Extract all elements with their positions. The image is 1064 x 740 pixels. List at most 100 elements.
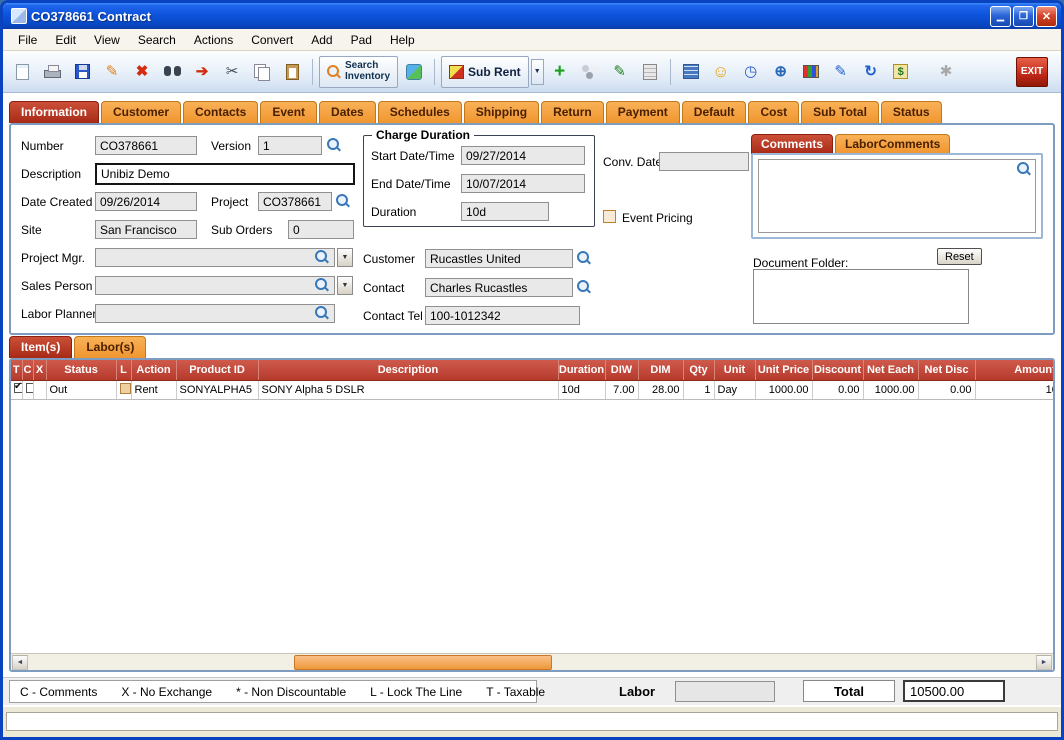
- scroll-right-button[interactable]: ►: [1036, 655, 1052, 670]
- tab-status[interactable]: Status: [881, 101, 942, 123]
- status-cell[interactable]: Out: [46, 380, 116, 399]
- action-cell[interactable]: Rent: [131, 380, 176, 399]
- sales-person-field[interactable]: [95, 276, 335, 295]
- close-button[interactable]: [1036, 6, 1057, 27]
- print-button[interactable]: [38, 57, 66, 87]
- col-discount[interactable]: Discount: [812, 360, 863, 380]
- tab-contacts[interactable]: Contacts: [183, 101, 258, 123]
- customer-button[interactable]: ☺: [707, 57, 735, 87]
- scrollbar-thumb[interactable]: [294, 655, 552, 670]
- project-mgr-field[interactable]: [95, 248, 335, 267]
- new-document-button[interactable]: [8, 57, 36, 87]
- col-action[interactable]: Action: [131, 360, 176, 380]
- comments-search-icon[interactable]: [1017, 162, 1031, 176]
- date-created-field[interactable]: 09/26/2014: [95, 192, 197, 211]
- menu-view[interactable]: View: [85, 31, 129, 49]
- comments-checkbox[interactable]: [26, 383, 34, 393]
- event-pricing-checkbox[interactable]: [603, 210, 616, 223]
- find-button[interactable]: [158, 57, 186, 87]
- col-duration[interactable]: Duration: [558, 360, 605, 380]
- number-field[interactable]: CO378661: [95, 136, 197, 155]
- paste-button[interactable]: [278, 57, 306, 87]
- col-status[interactable]: Status: [46, 360, 116, 380]
- menu-pad[interactable]: Pad: [342, 31, 381, 49]
- labor-planner-field[interactable]: [95, 304, 335, 323]
- dim-cell[interactable]: 28.00: [638, 380, 683, 399]
- title-bar[interactable]: CO378661 Contract: [3, 3, 1061, 29]
- document-folder-field[interactable]: [753, 269, 969, 324]
- diw-cell[interactable]: 7.00: [605, 380, 638, 399]
- version-field[interactable]: 1: [258, 136, 322, 155]
- menu-actions[interactable]: Actions: [185, 31, 242, 49]
- sub-rent-button[interactable]: Sub Rent: [441, 56, 529, 88]
- sub-rent-dropdown-button[interactable]: ▼: [531, 59, 544, 85]
- labor-planner-search-icon[interactable]: [315, 306, 329, 320]
- no-exchange-cell[interactable]: [33, 380, 46, 399]
- conv-date-field[interactable]: [659, 152, 749, 171]
- convert-order-button[interactable]: [400, 57, 428, 87]
- comments-textarea[interactable]: [758, 159, 1036, 233]
- menu-convert[interactable]: Convert: [242, 31, 302, 49]
- refresh-button[interactable]: ↻: [857, 57, 885, 87]
- lock-line-box[interactable]: [120, 383, 131, 394]
- tab-shipping[interactable]: Shipping: [464, 101, 539, 123]
- description-field[interactable]: Unibiz Demo: [95, 163, 355, 185]
- product-id-cell[interactable]: SONYALPHA5: [176, 380, 258, 399]
- horizontal-scrollbar[interactable]: ◄ ►: [11, 653, 1053, 670]
- menu-search[interactable]: Search: [129, 31, 185, 49]
- cut-button[interactable]: ✂: [218, 57, 246, 87]
- net-each-cell[interactable]: 1000.00: [863, 380, 918, 399]
- unit-price-cell[interactable]: 1000.00: [755, 380, 812, 399]
- tab-items[interactable]: Item(s): [9, 336, 72, 358]
- col-unit-price[interactable]: Unit Price: [755, 360, 812, 380]
- col-l[interactable]: L: [116, 360, 131, 380]
- contact-field[interactable]: Charles Rucastles: [425, 278, 573, 297]
- tab-event[interactable]: Event: [260, 101, 317, 123]
- tab-customer[interactable]: Customer: [101, 101, 181, 123]
- site-field[interactable]: San Francisco: [95, 220, 197, 239]
- schedule-button[interactable]: ◷: [737, 57, 765, 87]
- tab-labor-comments[interactable]: LaborComments: [835, 134, 950, 154]
- col-unit[interactable]: Unit: [714, 360, 755, 380]
- unit-cell[interactable]: Day: [714, 380, 755, 399]
- export-button[interactable]: ➔: [188, 57, 216, 87]
- duration-field[interactable]: 10d: [461, 202, 549, 221]
- tab-schedules[interactable]: Schedules: [378, 101, 462, 123]
- web-button[interactable]: ⊕: [767, 57, 795, 87]
- search-inventory-button[interactable]: Search Inventory: [319, 56, 398, 88]
- duration-cell[interactable]: 10d: [558, 380, 605, 399]
- billing-button[interactable]: $: [887, 57, 915, 87]
- table-row[interactable]: Out Rent SONYALPHA5 SONY Alpha 5 DSLR 10…: [11, 380, 1053, 399]
- reset-button[interactable]: Reset: [937, 248, 982, 265]
- notes-button[interactable]: [636, 57, 664, 87]
- col-qty[interactable]: Qty: [683, 360, 714, 380]
- tab-dates[interactable]: Dates: [319, 101, 376, 123]
- exit-button[interactable]: Exit: [1016, 57, 1048, 87]
- tab-sub-total[interactable]: Sub Total: [801, 101, 879, 123]
- add-item-button[interactable]: +: [546, 57, 574, 87]
- tab-payment[interactable]: Payment: [606, 101, 680, 123]
- tab-information[interactable]: Information: [9, 101, 99, 123]
- tab-cost[interactable]: Cost: [748, 101, 799, 123]
- sales-person-search-icon[interactable]: [315, 278, 329, 292]
- col-net-disc[interactable]: Net Disc: [918, 360, 975, 380]
- contact-tel-field[interactable]: 100-1012342: [425, 306, 580, 325]
- menu-edit[interactable]: Edit: [46, 31, 85, 49]
- scroll-left-button[interactable]: ◄: [12, 655, 28, 670]
- copy-button[interactable]: [248, 57, 276, 87]
- organization-button[interactable]: [677, 57, 705, 87]
- col-product-id[interactable]: Product ID: [176, 360, 258, 380]
- col-description[interactable]: Description: [258, 360, 558, 380]
- menu-file[interactable]: File: [9, 31, 46, 49]
- col-dim[interactable]: DIM: [638, 360, 683, 380]
- menu-add[interactable]: Add: [302, 31, 341, 49]
- write-pad-button[interactable]: ✎: [606, 57, 634, 87]
- project-search-icon[interactable]: [336, 194, 350, 208]
- contact-search-icon[interactable]: [577, 280, 591, 294]
- delete-button[interactable]: ✖: [128, 57, 156, 87]
- net-disc-cell[interactable]: 0.00: [918, 380, 975, 399]
- reports-button[interactable]: [797, 57, 825, 87]
- tab-labors[interactable]: Labor(s): [74, 336, 146, 358]
- project-mgr-dropdown-button[interactable]: ▼: [337, 248, 353, 267]
- end-date-field[interactable]: 10/07/2014: [461, 174, 585, 193]
